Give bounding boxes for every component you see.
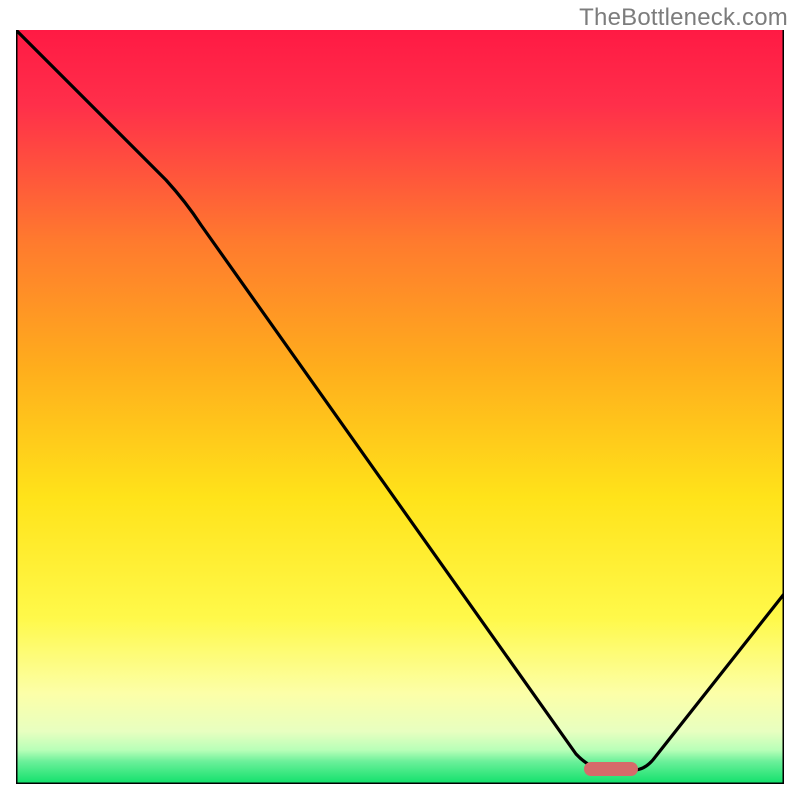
chart-svg [16,30,784,784]
watermark-label: TheBottleneck.com [579,4,788,32]
optimal-marker [584,762,638,776]
plot-area [16,30,784,784]
chart-canvas: TheBottleneck.com [0,0,800,800]
